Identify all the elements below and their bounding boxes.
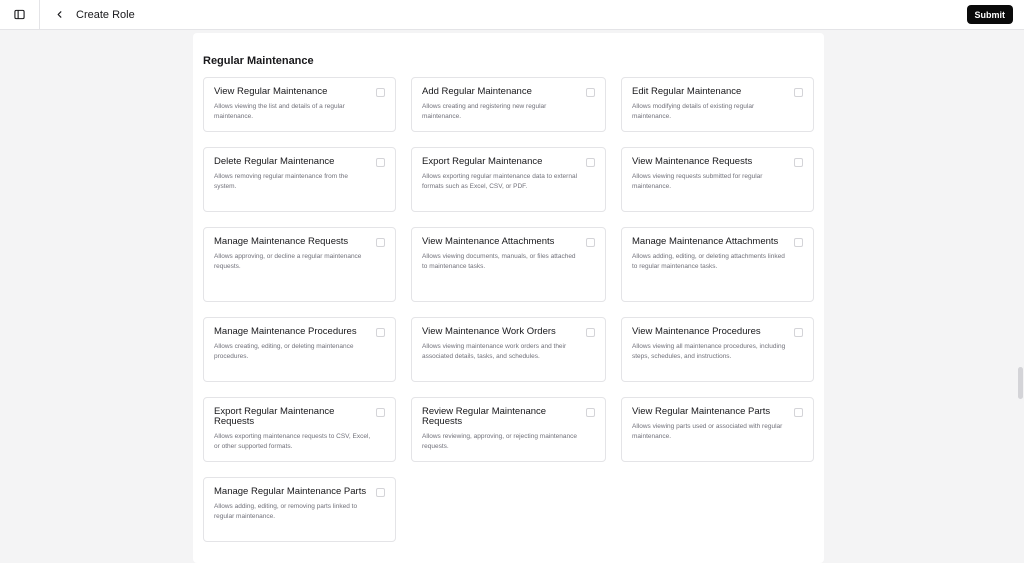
permission-card[interactable]: Manage Maintenance Attachments Allows ad…: [621, 227, 814, 302]
permission-card[interactable]: View Maintenance Attachments Allows view…: [411, 227, 606, 302]
permission-title: Export Regular Maintenance Requests: [214, 406, 335, 427]
permission-title: Manage Regular Maintenance Parts: [214, 486, 367, 497]
permission-card[interactable]: Manage Maintenance Requests Allows appro…: [203, 227, 396, 302]
permission-checkbox[interactable]: [376, 88, 385, 97]
permission-title: Review Regular Maintenance Requests: [422, 406, 547, 427]
sidebar-toggle-button[interactable]: [0, 0, 40, 30]
permission-checkbox[interactable]: [376, 408, 385, 417]
top-bar: Create Role Submit: [0, 0, 1024, 30]
permission-checkbox[interactable]: [794, 408, 803, 417]
permission-title: Manage Maintenance Procedures: [214, 326, 357, 337]
permission-title: Edit Regular Maintenance: [632, 86, 742, 97]
permission-title: View Maintenance Requests: [632, 156, 753, 167]
permission-description: Allows viewing all maintenance procedure…: [632, 343, 786, 360]
permission-description: Allows viewing parts used or associated …: [632, 423, 783, 440]
permission-checkbox[interactable]: [586, 328, 595, 337]
permission-description: Allows viewing requests submitted for re…: [632, 173, 763, 190]
permission-title: Export Regular Maintenance: [422, 156, 543, 167]
permission-description: Allows viewing maintenance work orders a…: [422, 343, 567, 360]
permission-checkbox[interactable]: [794, 158, 803, 167]
permission-title: View Maintenance Procedures: [632, 326, 761, 337]
permission-title: View Regular Maintenance: [214, 86, 328, 97]
permission-card[interactable]: Add Regular Maintenance Allows creating …: [411, 77, 606, 132]
permissions-grid: View Regular Maintenance Allows viewing …: [203, 77, 814, 542]
permission-card[interactable]: View Maintenance Work Orders Allows view…: [411, 317, 606, 382]
permission-checkbox[interactable]: [586, 408, 595, 417]
permission-checkbox[interactable]: [376, 238, 385, 247]
permission-description: Allows viewing documents, manuals, or fi…: [422, 253, 576, 270]
permission-title: View Maintenance Work Orders: [422, 326, 556, 337]
permission-card[interactable]: Export Regular Maintenance Requests Allo…: [203, 397, 396, 462]
scrollbar[interactable]: [1018, 31, 1024, 563]
back-button[interactable]: [46, 2, 72, 28]
permission-checkbox[interactable]: [586, 158, 595, 167]
permission-description: Allows approving, or decline a regular m…: [214, 253, 362, 270]
permission-title: Add Regular Maintenance: [422, 86, 532, 97]
section-title: Regular Maintenance: [203, 55, 314, 67]
permission-description: Allows modifying details of existing reg…: [632, 103, 755, 120]
submit-button[interactable]: Submit: [966, 5, 1013, 24]
permission-title: View Regular Maintenance Parts: [632, 406, 771, 417]
permission-title: Manage Maintenance Attachments: [632, 236, 779, 247]
page-title: Create Role: [76, 8, 135, 21]
permission-title: Manage Maintenance Requests: [214, 236, 349, 247]
permission-card[interactable]: Edit Regular Maintenance Allows modifyin…: [621, 77, 814, 132]
permission-card[interactable]: View Regular Maintenance Parts Allows vi…: [621, 397, 814, 462]
sidebar-toggle-icon: [14, 9, 25, 20]
permission-card[interactable]: Export Regular Maintenance Allows export…: [411, 147, 606, 212]
permission-description: Allows reviewing, approving, or rejectin…: [422, 433, 577, 450]
permission-card[interactable]: Review Regular Maintenance Requests Allo…: [411, 397, 606, 462]
scrollbar-thumb[interactable]: [1018, 367, 1023, 399]
permission-description: Allows adding, editing, or deleting atta…: [632, 253, 785, 270]
permission-card[interactable]: View Maintenance Requests Allows viewing…: [621, 147, 814, 212]
permission-description: Allows removing regular maintenance from…: [214, 173, 349, 190]
permission-card[interactable]: Delete Regular Maintenance Allows removi…: [203, 147, 396, 212]
permission-card[interactable]: Manage Regular Maintenance Parts Allows …: [203, 477, 396, 542]
permission-description: Allows creating and registering new regu…: [422, 103, 547, 120]
permission-description: Allows exporting maintenance requests to…: [214, 433, 371, 450]
permission-checkbox[interactable]: [586, 88, 595, 97]
permission-card[interactable]: Manage Maintenance Procedures Allows cre…: [203, 317, 396, 382]
permissions-panel: Regular Maintenance View Regular Mainten…: [193, 33, 824, 563]
permission-description: Allows exporting regular maintenance dat…: [422, 173, 578, 190]
chevron-left-icon: [57, 11, 61, 18]
permission-checkbox[interactable]: [376, 488, 385, 497]
permission-card[interactable]: View Regular Maintenance Allows viewing …: [203, 77, 396, 132]
permission-checkbox[interactable]: [794, 88, 803, 97]
permission-card[interactable]: View Maintenance Procedures Allows viewi…: [621, 317, 814, 382]
permission-description: Allows creating, editing, or deleting ma…: [214, 343, 354, 360]
permission-description: Allows viewing the list and details of a…: [214, 103, 345, 120]
permission-title: View Maintenance Attachments: [422, 236, 555, 247]
permission-checkbox[interactable]: [794, 328, 803, 337]
permission-checkbox[interactable]: [376, 158, 385, 167]
permission-description: Allows adding, editing, or removing part…: [214, 503, 358, 520]
permission-checkbox[interactable]: [586, 238, 595, 247]
permission-title: Delete Regular Maintenance: [214, 156, 335, 167]
permission-checkbox[interactable]: [794, 238, 803, 247]
permission-checkbox[interactable]: [376, 328, 385, 337]
